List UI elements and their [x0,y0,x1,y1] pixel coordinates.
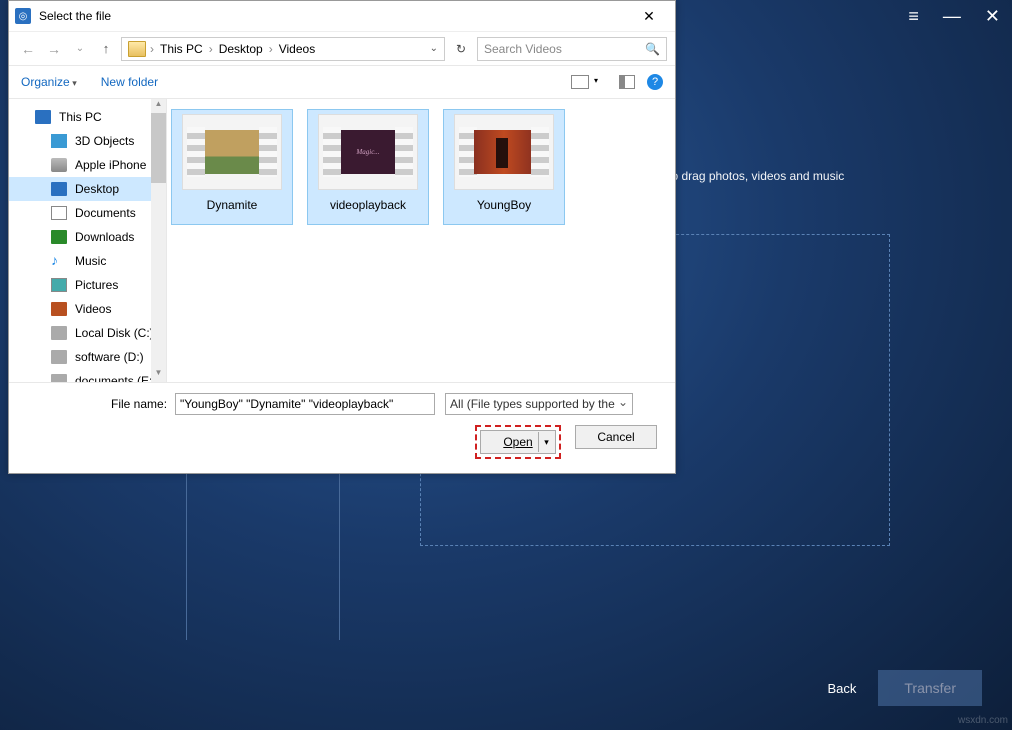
close-app-icon[interactable]: ✕ [985,6,1000,27]
tree-item-pictures[interactable]: Pictures [9,273,166,297]
back-button[interactable]: Back [827,681,856,696]
disk-icon [51,350,67,364]
tree-item-label: Apple iPhone [75,158,146,172]
tree-item-documents[interactable]: Documents [9,201,166,225]
new-folder-button[interactable]: New folder [101,75,158,89]
tree-item-videos[interactable]: Videos [9,297,166,321]
divider [339,474,340,640]
video-thumbnail: Magic... [318,114,418,190]
pic-icon [51,278,67,292]
tree-item-3d-objects[interactable]: 3D Objects [9,129,166,153]
tree-item-local-disk-c-[interactable]: Local Disk (C:) [9,321,166,345]
close-icon[interactable]: ✕ [629,8,669,25]
breadcrumb[interactable]: › This PC › Desktop › Videos ⌄ [121,37,445,61]
search-icon: 🔍 [645,42,660,56]
tree-item-label: documents (E:) [75,374,156,382]
divider [186,474,187,640]
crumb-desktop[interactable]: Desktop [213,42,269,56]
filetype-select[interactable]: All (File types supported by the [445,393,633,415]
organize-menu[interactable]: Organize [21,75,77,89]
video-thumbnail [182,114,282,190]
iphone-icon [51,158,67,172]
watermark: wsxdn.com [958,715,1008,726]
tree-item-label: Documents [75,206,136,220]
pc-icon [35,110,51,124]
menu-icon[interactable]: ≡ [908,6,919,27]
tree-item-music[interactable]: ♪ Music [9,249,166,273]
open-button-highlight: Open ▾ [475,425,561,459]
folder-icon [128,41,146,57]
view-mode-icon[interactable] [571,75,589,89]
tree-item-label: Desktop [75,182,119,196]
refresh-icon[interactable]: ↻ [449,37,473,61]
tree-item-label: software (D:) [75,350,144,364]
scroll-down-icon[interactable]: ▼ [151,368,166,382]
tree-item-label: Music [75,254,106,268]
minimize-icon[interactable]: — [943,6,961,27]
down-icon [51,230,67,244]
tree-item-label: Local Disk (C:) [75,326,154,340]
dialog-title: Select the file [39,9,629,23]
tree-item-downloads[interactable]: Downloads [9,225,166,249]
tree-item-software-d-[interactable]: software (D:) [9,345,166,369]
transfer-button: Transfer [878,670,982,706]
disk-icon [51,374,67,382]
music-icon: ♪ [51,254,67,268]
tree-item-documents-e-[interactable]: documents (E:) [9,369,166,382]
nav-recent-icon[interactable]: ⌄ [69,43,91,54]
tree-item-label: Downloads [75,230,134,244]
file-dialog: ◎ Select the file ✕ ← → ⌄ ↑ › This PC › … [8,0,676,474]
preview-pane-icon[interactable] [619,75,635,89]
desktop-icon [51,182,67,196]
tree-item-apple-iphone[interactable]: Apple iPhone [9,153,166,177]
file-youngboy[interactable]: YoungBoy [443,109,565,225]
nav-up-icon[interactable]: ↑ [95,41,117,56]
tree-item-this-pc[interactable]: This PC [9,105,166,129]
search-input[interactable]: Search Videos 🔍 [477,37,667,61]
scrollbar-thumb[interactable] [151,113,166,183]
doc-icon [51,206,67,220]
nav-tree[interactable]: This PC 3D Objects Apple iPhone Desktop Docu… [9,99,167,382]
scroll-up-icon[interactable]: ▲ [151,99,166,113]
crumb-this-pc[interactable]: This PC [154,42,209,56]
file-dynamite[interactable]: Dynamite [171,109,293,225]
disk-icon [51,326,67,340]
crumb-videos[interactable]: Videos [273,42,321,56]
chevron-down-icon[interactable]: ⌄ [430,43,438,54]
tree-item-label: Pictures [75,278,118,292]
file-list[interactable]: Dynamite Magic... videoplayback YoungBoy [167,99,675,382]
file-videoplayback[interactable]: Magic... videoplayback [307,109,429,225]
nav-forward-icon[interactable]: → [43,41,65,57]
tree-item-label: 3D Objects [75,134,134,148]
file-label: videoplayback [330,198,406,212]
vid-icon [51,302,67,316]
file-label: Dynamite [207,198,258,212]
open-dropdown-icon[interactable]: ▾ [538,432,554,452]
filename-input[interactable] [175,393,435,415]
search-placeholder: Search Videos [484,42,562,56]
cancel-button[interactable]: Cancel [575,425,657,449]
tree-item-label: This PC [59,110,102,124]
tree-item-label: Videos [75,302,111,316]
tree-item-desktop[interactable]: Desktop [9,177,166,201]
file-label: YoungBoy [477,198,531,212]
video-thumbnail [454,114,554,190]
help-icon[interactable]: ? [647,74,663,90]
nav-back-icon[interactable]: ← [17,41,39,57]
app-icon: ◎ [15,8,31,24]
3d-icon [51,134,67,148]
filename-label: File name: [111,397,167,411]
